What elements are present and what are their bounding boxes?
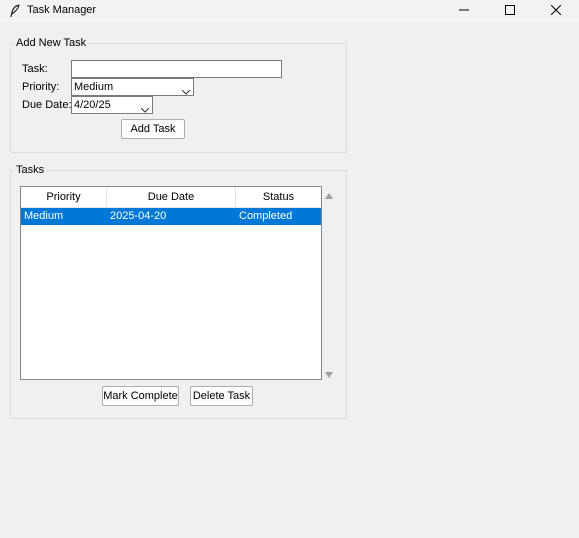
tasks-table[interactable]: Priority Due Date Status Medium 2025-04-… [20,186,322,380]
table-row[interactable]: Medium 2025-04-20 Completed [21,208,321,225]
feather-icon [9,4,21,18]
due-date-value: 4/20/25 [74,99,111,111]
due-date-label: Due Date: [22,99,72,111]
minimize-button[interactable] [441,0,487,23]
task-input[interactable] [71,60,282,78]
task-label: Task: [22,63,48,75]
title-bar: Task Manager [0,0,579,23]
cell-priority: Medium [24,210,64,222]
cell-status: Completed [239,210,293,222]
close-icon [550,4,562,18]
mark-complete-button[interactable]: Mark Complete [102,386,179,406]
maximize-icon [505,5,515,18]
column-header-due-date[interactable]: Due Date [107,187,236,208]
window-title: Task Manager [27,4,97,16]
priority-select[interactable]: Medium [71,78,194,96]
cell-due-date: 2025-04-20 [110,210,167,222]
add-task-button[interactable]: Add Task [121,119,185,139]
due-date-picker[interactable]: 4/20/25 [71,96,153,114]
scroll-up-icon[interactable] [325,190,333,202]
maximize-button[interactable] [487,0,533,23]
priority-label: Priority: [22,81,60,93]
chevron-down-icon [140,102,150,118]
chevron-down-icon [181,84,191,100]
minimize-icon [459,5,469,18]
tasks-group-label: Tasks [14,164,47,176]
close-button[interactable] [533,0,579,23]
delete-task-button[interactable]: Delete Task [190,386,253,406]
scroll-down-icon[interactable] [325,369,333,381]
add-task-group-label: Add New Task [14,37,89,49]
priority-select-value: Medium [74,81,114,93]
column-header-priority[interactable]: Priority [21,187,107,208]
column-header-status[interactable]: Status [236,187,321,208]
table-header: Priority Due Date Status [21,187,321,208]
